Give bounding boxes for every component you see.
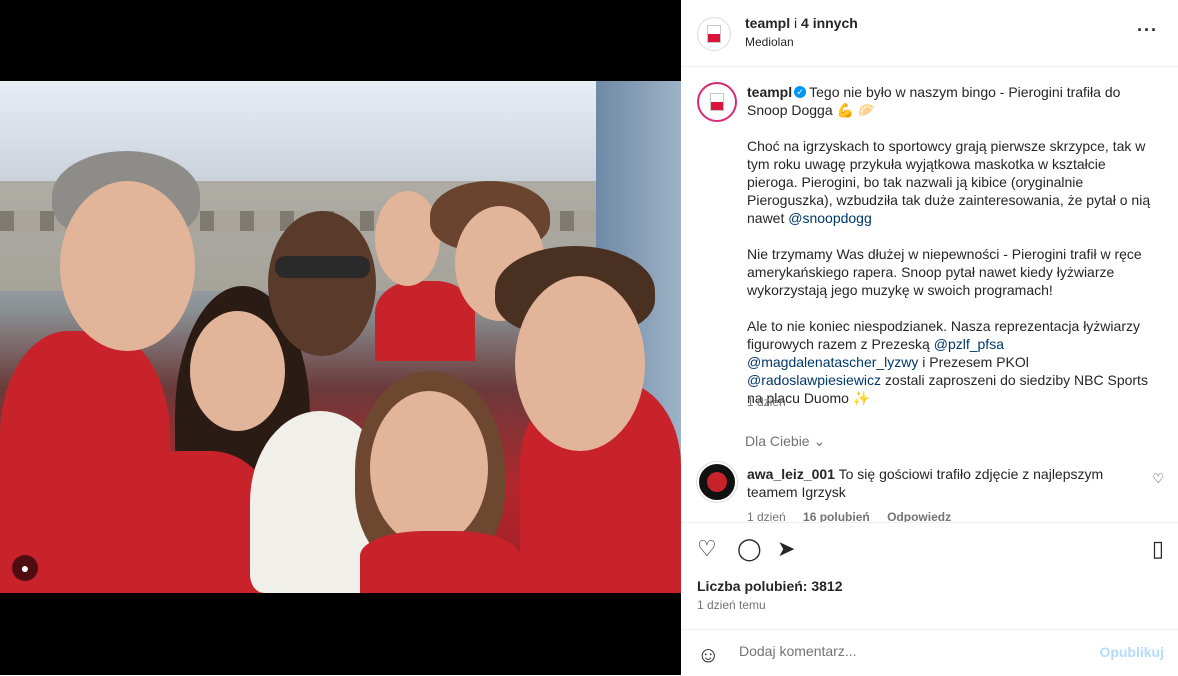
user-tag-icon[interactable]: ● — [12, 555, 38, 581]
bookmark-icon[interactable]: ▯ — [1152, 537, 1164, 561]
comment-likes[interactable]: 16 polubień — [803, 510, 870, 522]
mention-link[interactable]: @radoslawpiesiewicz — [747, 372, 881, 388]
post-date[interactable]: 1 dzień temu — [697, 598, 766, 612]
comment-icon[interactable]: ◯ — [737, 537, 762, 561]
more-horizontal-icon[interactable]: ··· — [1137, 20, 1158, 41]
caption-username[interactable]: teampl — [747, 84, 792, 100]
header-username[interactable]: teampl i 4 innych — [745, 15, 858, 31]
person-face — [375, 191, 440, 286]
comment-input[interactable] — [737, 642, 1081, 660]
comment-meta: 1 dzień 16 polubień Odpowiedz — [747, 510, 965, 522]
person-face — [60, 181, 195, 351]
post-button[interactable]: Opublikuj — [1099, 644, 1164, 660]
caption: teampl ✓ Tego nie było w naszym bingo - Pi… — [747, 84, 1151, 406]
verified-badge-icon: ✓ — [794, 86, 807, 99]
post-header: teampl i 4 innych Mediolan ··· — [681, 0, 1178, 67]
likes-count[interactable]: Liczba polubień: 3812 — [697, 578, 842, 594]
mention-link[interactable]: @snoopdogg — [788, 210, 872, 226]
share-icon[interactable]: ➤ — [777, 537, 795, 561]
mention-link[interactable]: @pzlf_pfsa — [934, 336, 1004, 352]
sunglasses — [275, 256, 370, 278]
for-you-filter[interactable]: Dla Ciebie ⌄ — [745, 433, 825, 450]
heart-icon[interactable]: ♡ — [1152, 471, 1164, 487]
emoji-icon[interactable]: ☺ — [697, 642, 719, 668]
post-panel: teampl i 4 innych Mediolan ··· teampl ✓ Te… — [681, 0, 1178, 675]
person-face — [515, 276, 645, 451]
author-avatar[interactable] — [697, 17, 731, 51]
commenter-avatar[interactable] — [697, 462, 737, 502]
add-comment-bar: ☺ Opublikuj — [681, 629, 1178, 676]
person-face — [268, 211, 376, 356]
team-logo — [710, 93, 724, 111]
team-logo — [707, 25, 721, 43]
post-photo[interactable] — [0, 81, 681, 593]
person-face — [370, 391, 488, 546]
comment-username[interactable]: awa_leiz_001 — [747, 466, 835, 482]
location[interactable]: Mediolan — [745, 35, 794, 49]
caption-avatar[interactable] — [697, 82, 737, 122]
comment-time[interactable]: 1 dzień — [747, 510, 786, 522]
comments-area[interactable]: teampl ✓ Tego nie było w naszym bingo - Pi… — [681, 67, 1178, 522]
action-bar: ♡ ◯ ➤ ▯ — [681, 522, 1178, 573]
mention-link[interactable]: @magdalenatascher_lyzwy — [747, 354, 918, 370]
reply-button[interactable]: Odpowiedz — [887, 510, 951, 522]
comment-text: awa_leiz_001 To się gościowi trafiło zdj… — [747, 466, 1104, 500]
chevron-down-icon: ⌄ — [813, 433, 826, 449]
caption-time[interactable]: 1 dzień — [747, 395, 786, 409]
post-media: ● — [0, 0, 681, 675]
heart-icon[interactable]: ♡ — [697, 537, 717, 561]
person-face — [190, 311, 285, 431]
